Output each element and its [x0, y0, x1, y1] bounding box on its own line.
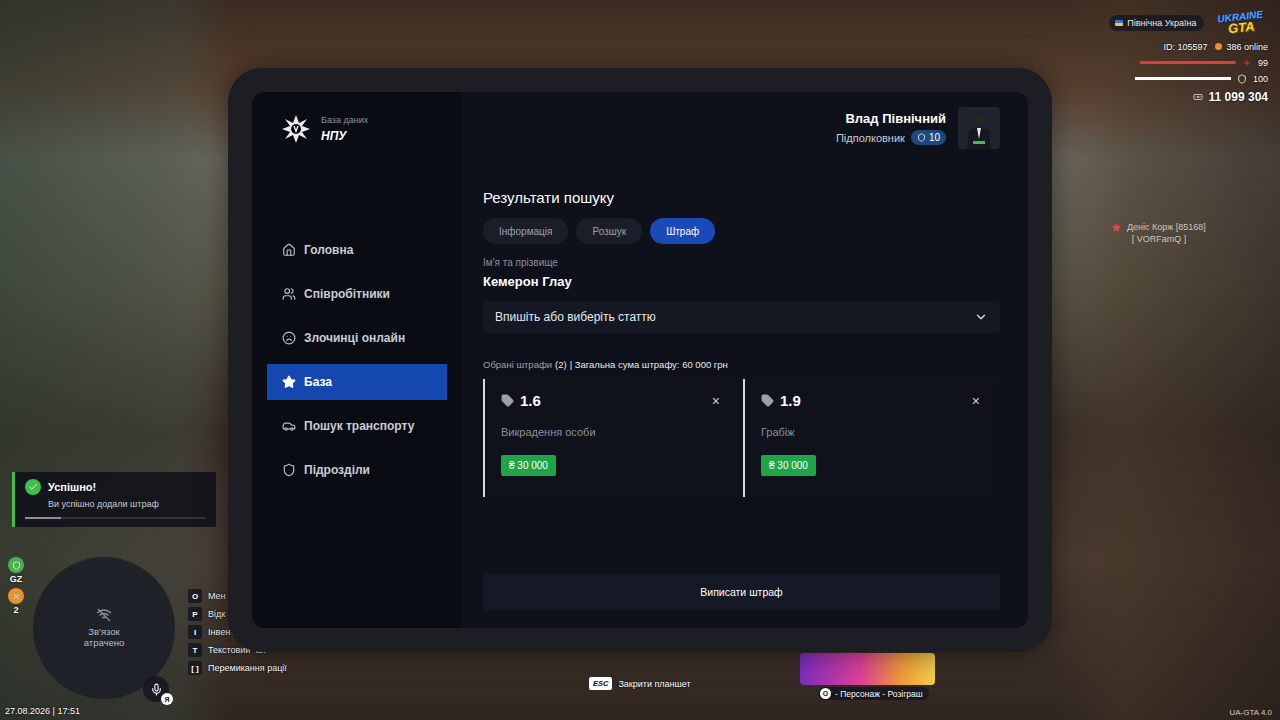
- remove-fine-button[interactable]: ×: [710, 394, 722, 408]
- player-name-tag: Деніс Корж [85168] [ VORFamQ ]: [1112, 222, 1206, 244]
- level-badge: 10: [911, 130, 946, 145]
- user-avatar: [958, 107, 1000, 149]
- star-icon: [282, 375, 296, 389]
- online-dot-icon: [1215, 43, 1222, 50]
- officer-avatar-icon: [964, 111, 994, 149]
- content: Влад Північний Підполковник10 Результати п…: [462, 92, 1028, 628]
- voice-indicator: Я: [143, 676, 169, 702]
- page-title: Результати пошуку: [483, 189, 1000, 206]
- armor-icon: [1237, 74, 1247, 84]
- car-icon: [282, 419, 296, 433]
- sidebar-menu: Головна Співробітники Злочинці онлайн База П…: [267, 232, 447, 488]
- fines-summary: Обрані штрафи(2)| Загальна сума штрафу: …: [483, 359, 1000, 370]
- tag-icon: [761, 394, 774, 407]
- top-right-hud: Північна Україна UKRAINEGTA ID: 105597 386 …: [1109, 10, 1268, 104]
- fine-title: Викрадення особи: [501, 426, 722, 438]
- fine-cards: 1.6 × Викрадення особи ₴ 30 000 1.9 × Грабіж ₴ …: [483, 379, 1000, 497]
- success-notification: Успішно!Ви успішно додали штраф: [12, 472, 216, 527]
- region-pill: Північна Україна: [1109, 15, 1204, 31]
- key-hint: [ ]Перемикання рації: [188, 661, 287, 675]
- health-row: 99: [1140, 58, 1268, 68]
- mask-icon: [282, 331, 296, 345]
- cross-icon: [12, 592, 21, 601]
- tablet: База данихНПУ Головна Співробітники Злочинц…: [228, 68, 1052, 652]
- person-name: Кемерон Глау: [483, 274, 1000, 289]
- fine-article: 1.6: [501, 392, 541, 409]
- sidebar-item[interactable]: Підрозділи: [267, 452, 447, 488]
- fine-amount: ₴ 30 000: [761, 455, 816, 476]
- article-select[interactable]: Впишіть або виберіть статтю: [483, 301, 1000, 333]
- promo-banner[interactable]: [800, 653, 935, 685]
- notification-timer: [25, 517, 206, 519]
- tab[interactable]: Розшук: [576, 218, 642, 244]
- no-signal-icon: [96, 608, 112, 622]
- shield-icon: [12, 561, 21, 570]
- fine-title: Грабіж: [761, 426, 982, 438]
- tag-icon: [501, 394, 514, 407]
- armor-row: 100: [1135, 74, 1268, 84]
- police-emblem-icon: [281, 114, 311, 144]
- flag-icon: [1115, 20, 1123, 26]
- remove-fine-button[interactable]: ×: [970, 394, 982, 408]
- chevron-down-icon: [974, 310, 988, 324]
- home-icon: [282, 243, 296, 257]
- sidebar-item[interactable]: Головна: [267, 232, 447, 268]
- shield-icon: [917, 133, 926, 142]
- fine-article: 1.9: [761, 392, 801, 409]
- fine-card: 1.9 × Грабіж ₴ 30 000: [743, 379, 998, 497]
- player-name: Деніс Корж [85168]: [1112, 222, 1206, 232]
- cash-icon: [1193, 92, 1203, 102]
- star-icon: [1112, 223, 1121, 232]
- health-bar: [1140, 61, 1236, 64]
- status-icons: GZ 2: [8, 557, 24, 615]
- health-icon: [1242, 58, 1252, 68]
- user-rank: Підполковник10: [836, 130, 946, 145]
- tab[interactable]: Інформація: [483, 218, 568, 244]
- status-item: 2: [8, 588, 24, 615]
- player-family: [ VORFamQ ]: [1132, 234, 1187, 244]
- voice-badge: Я: [161, 693, 173, 705]
- user-header: Влад Північний Підполковник10: [483, 107, 1000, 149]
- promo[interactable]: O- Персонаж - Розіграш: [800, 653, 935, 700]
- server-logo: UKRAINEGTA: [1213, 7, 1269, 38]
- sidebar-item[interactable]: Пошук транспорту: [267, 408, 447, 444]
- money-row: 11 099 304: [1193, 90, 1268, 104]
- tab[interactable]: Штраф: [650, 218, 715, 244]
- sidebar-item[interactable]: Злочинці онлайн: [267, 320, 447, 356]
- check-icon: [28, 482, 38, 492]
- person-label: Ім'я та прізвище: [483, 257, 1000, 268]
- tabs: Інформація Розшук Штраф: [483, 218, 1000, 244]
- game-screen: Деніс Корж [85168] [ VORFamQ ] Північна Ук…: [0, 0, 1280, 720]
- users-icon: [282, 287, 296, 301]
- status-item: GZ: [8, 557, 24, 584]
- fine-card: 1.6 × Викрадення особи ₴ 30 000: [483, 379, 738, 497]
- datetime: 27.08.2026 | 17:51: [5, 706, 80, 716]
- tablet-screen: База данихНПУ Головна Співробітники Злочинц…: [252, 92, 1028, 628]
- sidebar: База данихНПУ Головна Співробітники Злочинц…: [252, 92, 462, 628]
- close-tablet-hint: ESCЗакрити планшет: [589, 677, 691, 690]
- version: UA-GTA 4.0: [1229, 708, 1272, 717]
- player-id: ID: 105597: [1163, 42, 1207, 52]
- microphone-icon: [150, 683, 163, 696]
- armor-bar: [1135, 77, 1231, 80]
- issue-fine-button[interactable]: Виписати штраф: [483, 574, 1000, 610]
- shield-icon: [282, 463, 296, 477]
- online-count: 386 online: [1226, 42, 1268, 52]
- sidebar-item[interactable]: Співробітники: [267, 276, 447, 312]
- fine-amount: ₴ 30 000: [501, 455, 556, 476]
- user-name: Влад Північний: [845, 111, 946, 126]
- sidebar-item[interactable]: База: [267, 364, 447, 400]
- brand: База данихНПУ: [267, 114, 447, 144]
